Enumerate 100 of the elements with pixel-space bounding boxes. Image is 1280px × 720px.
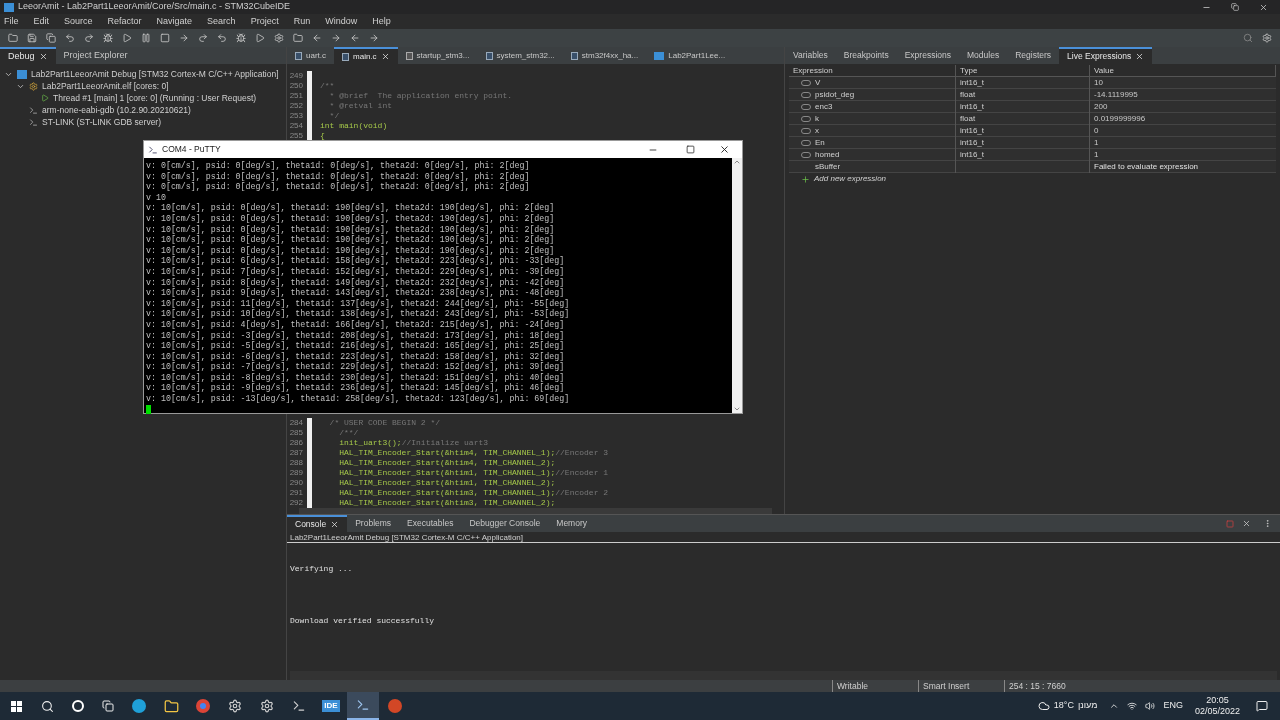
terminal-line: v: 10[cm/s], psid: 0[deg/s], theta1d: 190[deg/s], theta2d: 190[deg/s], phi: 2[deg] [146,235,555,246]
table-cell: int16_t [960,125,985,137]
toolbar-icon[interactable] [46,33,56,43]
terminal-line: v: 10[cm/s], psid: 0[deg/s], theta1d: 190[deg/s], theta2d: 190[deg/s], phi: 2[deg] [146,213,555,225]
toolbar-icon[interactable] [65,33,75,43]
menu-item[interactable]: Edit [33,14,50,29]
gutter-strip [307,71,312,141]
menu-item[interactable]: Navigate [156,14,193,29]
search-icon[interactable] [41,699,54,713]
menu-item[interactable]: Project [250,14,279,29]
tree-item[interactable]: arm-none-eabi-gdb (10.2.90.20210621) [42,103,191,117]
menu-item[interactable]: Run [293,14,311,29]
weather-label: מעונן [1077,699,1098,713]
toolbar-icon[interactable] [122,33,132,43]
tab[interactable]: uart.c [287,47,334,64]
scrollbar[interactable] [732,158,742,413]
scrollbar[interactable] [290,671,1277,680]
toolbar-icon[interactable] [331,33,341,43]
clock-date[interactable]: 02/05/2022 [1194,706,1240,717]
volume-icon[interactable] [1145,701,1156,711]
code-text: HAL_TIM_Encoder_Start(&htim3, TIM_CHANNEL_1); [338,488,556,497]
toolbar-icon[interactable] [27,33,37,43]
table-cell: int16_t [960,77,985,89]
browser-icon [132,699,146,713]
scrollbar[interactable] [299,508,772,514]
tree-item[interactable]: Lab2Part1LeeorAmit Debug [STM32 Cortex-M C/C++ Application] [31,67,279,81]
restore-icon[interactable] [1231,3,1239,11]
toolbar-icon[interactable] [1262,33,1272,43]
toolbar-icon[interactable] [160,33,170,43]
toolbar-icon[interactable] [179,33,189,43]
toolbar-icon[interactable] [141,33,151,43]
toolbar-icon[interactable] [8,33,18,43]
menu-item[interactable]: File [4,14,19,29]
task-view-icon[interactable] [102,700,114,712]
close-icon[interactable] [380,52,390,61]
tab[interactable]: stm32f4xx_ha... [562,47,647,64]
ide-icon [4,2,14,12]
scroll-down-icon[interactable] [733,405,741,413]
menu-item[interactable]: Source [64,14,93,29]
tab[interactable]: Live Expressions [1059,47,1153,64]
code-text: { [320,131,325,140]
tab[interactable]: Lab2Part1Lee... [646,47,734,64]
tab[interactable]: Modules [959,47,1008,64]
menu-item[interactable]: Window [325,14,358,29]
tab[interactable]: Problems [347,515,400,532]
tab[interactable]: Executables [399,515,462,532]
network-icon[interactable] [1127,701,1138,711]
close-icon[interactable] [719,144,730,155]
toolbar-icon[interactable] [217,33,227,43]
close-icon[interactable] [1259,2,1268,12]
toolbar-icon[interactable] [312,33,322,43]
tab[interactable]: Breakpoints [835,47,897,64]
chevron-icon[interactable] [1109,701,1120,711]
tree-item[interactable]: ST-LINK (ST-LINK GDB server) [42,115,162,129]
tab[interactable]: system_stm32... [477,47,563,64]
close-icon[interactable] [38,52,48,61]
tab[interactable]: main.c [334,47,398,64]
add-icon[interactable] [801,174,810,184]
terminal-icon [148,144,158,155]
tab[interactable]: Memory [548,515,595,532]
close-icon[interactable] [330,520,340,529]
tab[interactable]: startup_stm3... [397,47,478,64]
menu-item[interactable]: Refactor [107,14,142,29]
tab[interactable]: Expressions [896,47,959,64]
close-icon[interactable] [1135,52,1145,61]
toolbar-icon[interactable] [293,33,303,43]
toolbar-icon[interactable] [274,33,284,43]
tab[interactable]: Debugger Console [461,515,549,532]
tree-item[interactable]: Thread #1 [main] 1 [core: 0] (Running : User Request) [53,91,257,105]
table-cell: int16_t [960,137,985,149]
toolbar-icon[interactable] [350,33,360,43]
menu-item[interactable]: Help [372,14,391,29]
tree-item[interactable]: Lab2Part1LeeorAmit.elf [cores: 0] [42,79,169,93]
language-indicator[interactable]: ENG [1163,699,1183,713]
toolbar-icon[interactable] [236,33,246,43]
menu-item[interactable]: Search [207,14,236,29]
table-cell-text: Failed to evaluate expression [1093,161,1200,173]
toolbar-icon[interactable] [255,33,265,43]
line-number: 252 [289,101,303,111]
scroll-up-icon[interactable] [733,158,741,166]
tab[interactable]: Console [287,515,348,532]
taskbar-app[interactable] [347,692,379,720]
code-comment: * @retval int [328,101,392,110]
code-text: HAL_TIM_Encoder_Start(&htim4, TIM_CHANNEL_2); [338,458,556,467]
terminal-icon [29,117,38,127]
maximize-icon[interactable] [686,145,695,154]
toolbar-icon[interactable] [84,33,94,43]
terminal-line: v: 10[cm/s], psid: 0[deg/s], theta1d: 190[deg/s], theta2d: 190[deg/s], phi: 2[deg] [146,203,555,214]
add-expression-link[interactable]: Add new expression [814,173,887,185]
more-icon[interactable] [1263,519,1272,528]
tab[interactable]: Variables [785,47,836,64]
file-icon [485,51,493,60]
tab[interactable]: Debug [0,47,56,64]
toolbar-icon[interactable] [369,33,379,43]
toolbar-icon[interactable] [103,33,113,43]
notification-icon[interactable] [1256,700,1268,712]
tab[interactable]: Project Explorer [55,47,136,64]
toolbar-icon[interactable] [198,33,208,43]
clock-time[interactable]: 20:05 [1206,695,1229,706]
tab[interactable]: Registers [1007,47,1060,64]
